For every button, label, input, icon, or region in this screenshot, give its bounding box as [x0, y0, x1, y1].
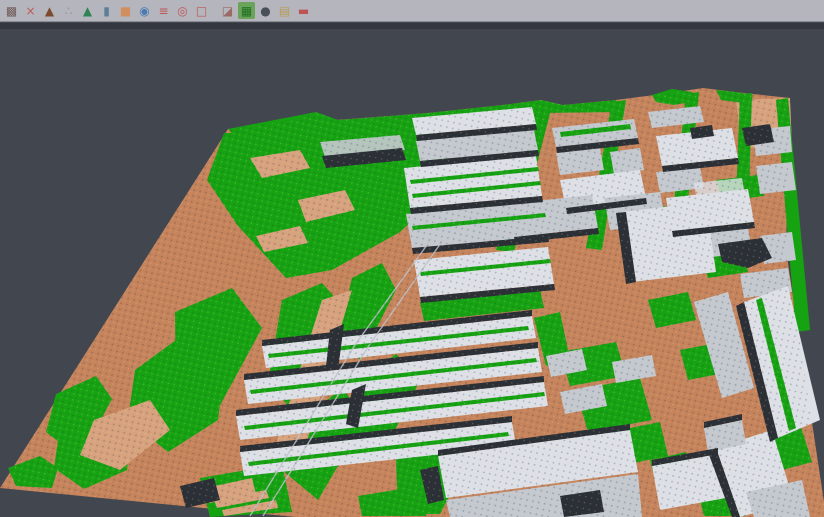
classify-colors-icon[interactable]: ▦	[238, 2, 255, 19]
side-panel-icon[interactable]: ▮	[98, 2, 115, 19]
points-icon[interactable]: ∴	[60, 2, 77, 19]
clip-region-icon[interactable]: ▩	[3, 2, 20, 19]
toolbar-separator	[211, 2, 218, 19]
mesh-icon[interactable]: ▲	[79, 2, 96, 19]
rect-select-icon[interactable]: □	[193, 2, 210, 19]
texture-icon[interactable]: ▤	[276, 2, 293, 19]
ortho-photo-icon[interactable]: ■	[117, 2, 134, 19]
export-icon[interactable]: ▬	[295, 2, 312, 19]
viewport-3d[interactable]	[0, 29, 824, 517]
layers-icon[interactable]: ≡	[155, 2, 172, 19]
open-terrain-icon[interactable]: ▲	[41, 2, 58, 19]
measure-icon[interactable]: ◪	[219, 2, 236, 19]
navigate-orbit-icon[interactable]: ◉	[136, 2, 153, 19]
circle-select-icon[interactable]: ◎	[174, 2, 191, 19]
align-icon[interactable]: ×	[22, 2, 39, 19]
sphere-view-icon[interactable]: ●	[257, 2, 274, 19]
main-toolbar: ▩×▲∴▲▮■◉≡◎□◪▦●▤▬	[0, 0, 824, 22]
application-window: ▩×▲∴▲▮■◉≡◎□◪▦●▤▬	[0, 0, 824, 517]
